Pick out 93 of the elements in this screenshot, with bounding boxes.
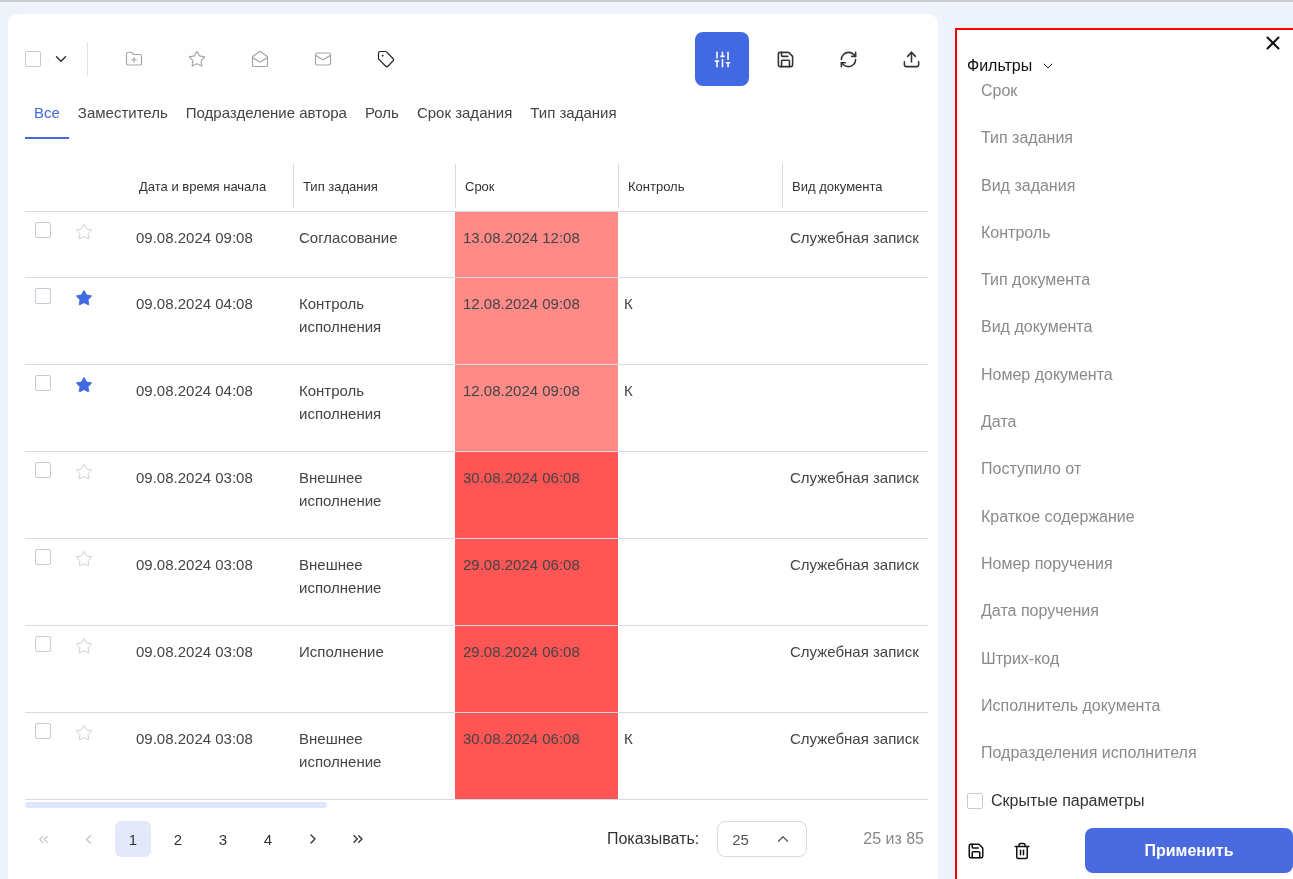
filter-item[interactable]: Подразделения исполнителя (981, 739, 1197, 787)
column-header[interactable]: Срок (455, 164, 618, 208)
table-cell-text: Внешнее исполнение (299, 555, 383, 598)
table-cell-text: 09.08.2024 03:08 (136, 468, 253, 488)
column-header[interactable]: Тип задания (293, 164, 455, 208)
star-icon[interactable] (75, 463, 93, 481)
table-cell-text: Служебная записк (790, 228, 919, 248)
page-button[interactable]: 2 (160, 821, 196, 857)
page-button[interactable]: 1 (115, 821, 151, 857)
table-cell-text: 09.08.2024 03:08 (136, 729, 253, 749)
table-cell-text: 09.08.2024 04:08 (136, 381, 253, 401)
row-checkbox[interactable] (35, 375, 51, 391)
filters-toggle[interactable]: Фильтры (967, 57, 1057, 75)
sliders-icon (712, 49, 732, 69)
table-cell-text: Исполнение (299, 642, 384, 662)
table-cell-text: Контроль исполнения (299, 381, 383, 424)
deadline-cell: 29.08.2024 06:08 (455, 539, 618, 625)
row-checkbox[interactable] (35, 288, 51, 304)
hidden-params-checkbox[interactable] (967, 793, 983, 809)
page-size-select[interactable]: 25 (717, 821, 808, 857)
apply-button[interactable]: Применить (1085, 828, 1293, 873)
page-button[interactable]: 4 (250, 821, 286, 857)
filter-item[interactable]: Дата поручения (981, 597, 1099, 645)
tab[interactable]: Срок задания (407, 96, 522, 139)
table-row[interactable]: 09.08.2024 04:08 Контроль исполнения 12.08.2024 09:08 К (25, 365, 928, 452)
table-row[interactable]: 09.08.2024 03:08 Внешнее исполнение 29.08.2024 06:08 Служебная записк (25, 539, 928, 626)
table-cell-text: Контроль исполнения (299, 294, 383, 337)
column-header[interactable]: Дата и время начала (130, 164, 293, 208)
tab[interactable]: Роль (355, 96, 408, 139)
table-cell-text: Внешнее исполнение (299, 468, 383, 511)
star-icon[interactable] (75, 289, 93, 307)
row-checkbox[interactable] (35, 462, 51, 478)
upload-icon (901, 49, 921, 69)
deadline-cell: 13.08.2024 12:08 (455, 212, 618, 277)
table-cell-text: Служебная записк (790, 729, 919, 749)
table-row[interactable]: 09.08.2024 03:08 Внешнее исполнение 30.08.2024 06:08 Служебная записк (25, 452, 928, 539)
star-icon[interactable] (75, 724, 93, 742)
table-cell-text: Внешнее исполнение (299, 729, 383, 772)
star-icon[interactable] (75, 376, 93, 394)
tab[interactable]: Подразделение автора (176, 96, 356, 139)
save-icon (775, 49, 795, 69)
page-size-label: Показывать: (606, 830, 700, 848)
row-checkbox[interactable] (35, 723, 51, 739)
deadline-cell: 12.08.2024 09:08 (455, 278, 618, 364)
delete-button[interactable] (1013, 841, 1031, 860)
filter-item[interactable]: Исполнитель документа (981, 691, 1161, 740)
filter-item[interactable]: Срок (981, 77, 1018, 125)
table-cell-text: Согласование (299, 228, 398, 248)
column-header[interactable]: Контроль (618, 164, 782, 208)
table-cell-text: 09.08.2024 03:08 (136, 555, 253, 575)
deadline-cell: 30.08.2024 06:08 (455, 713, 618, 799)
deadline-cell: 30.08.2024 06:08 (455, 452, 618, 538)
table-cell-text: Служебная записк (790, 555, 919, 575)
filter-item[interactable]: Тип задания (981, 124, 1074, 172)
scrollbar[interactable] (25, 802, 327, 808)
tab[interactable]: Все (25, 96, 69, 139)
tab[interactable]: Тип задания (521, 96, 626, 139)
save-filter-button[interactable] (967, 841, 985, 860)
select-all-checkbox[interactable] (25, 51, 41, 67)
table-cell-text: 09.08.2024 09:08 (136, 228, 253, 248)
deadline-cell: 12.08.2024 09:08 (455, 365, 618, 451)
table-cell-text: К (624, 381, 633, 401)
filter-item[interactable]: Штрих-код (981, 644, 1060, 692)
sliders-button[interactable] (695, 32, 749, 86)
filter-item[interactable]: Номер документа (981, 360, 1113, 409)
deadline-cell: 29.08.2024 06:08 (455, 626, 618, 712)
refresh-icon (838, 49, 858, 69)
table-cell-text: 09.08.2024 04:08 (136, 294, 253, 314)
table-row[interactable]: 09.08.2024 04:08 Контроль исполнения 12.08.2024 09:08 К (25, 278, 928, 365)
filter-item[interactable]: Краткое содержание (981, 502, 1135, 550)
page-button[interactable]: 3 (205, 821, 241, 857)
star-icon[interactable] (75, 223, 93, 241)
filter-item[interactable]: Поступило от (981, 455, 1082, 503)
checkbox-label: Скрытые параметры (991, 792, 1145, 810)
tab[interactable]: Заместитель (68, 96, 177, 139)
filter-item[interactable]: Тип документа (981, 266, 1091, 314)
row-checkbox[interactable] (35, 636, 51, 652)
star-icon[interactable] (75, 637, 93, 655)
table-cell-text: К (624, 729, 633, 749)
row-checkbox[interactable] (35, 222, 51, 238)
table-row[interactable]: 09.08.2024 09:08 Согласование 13.08.2024 12:08 Служебная записк (25, 212, 928, 278)
row-checkbox[interactable] (35, 549, 51, 565)
column-header[interactable]: Вид документа (782, 164, 928, 208)
table-cell-text: К (624, 294, 633, 314)
filter-item[interactable]: Контроль (981, 218, 1051, 267)
table-row[interactable]: 09.08.2024 03:08 Внешнее исполнение 30.08.2024 06:08 К Служебная записк (25, 713, 928, 800)
star-icon[interactable] (75, 550, 93, 568)
record-count: 25 из 85 (863, 830, 924, 848)
table-row[interactable]: 09.08.2024 03:08 Исполнение 29.08.2024 06:08 Служебная записк (25, 626, 928, 713)
table-cell-text: 09.08.2024 03:08 (136, 642, 253, 662)
table-cell-text: Служебная записк (790, 642, 919, 662)
table-cell-text: Служебная записк (790, 468, 919, 488)
filter-item[interactable]: Номер поручения (981, 549, 1113, 598)
